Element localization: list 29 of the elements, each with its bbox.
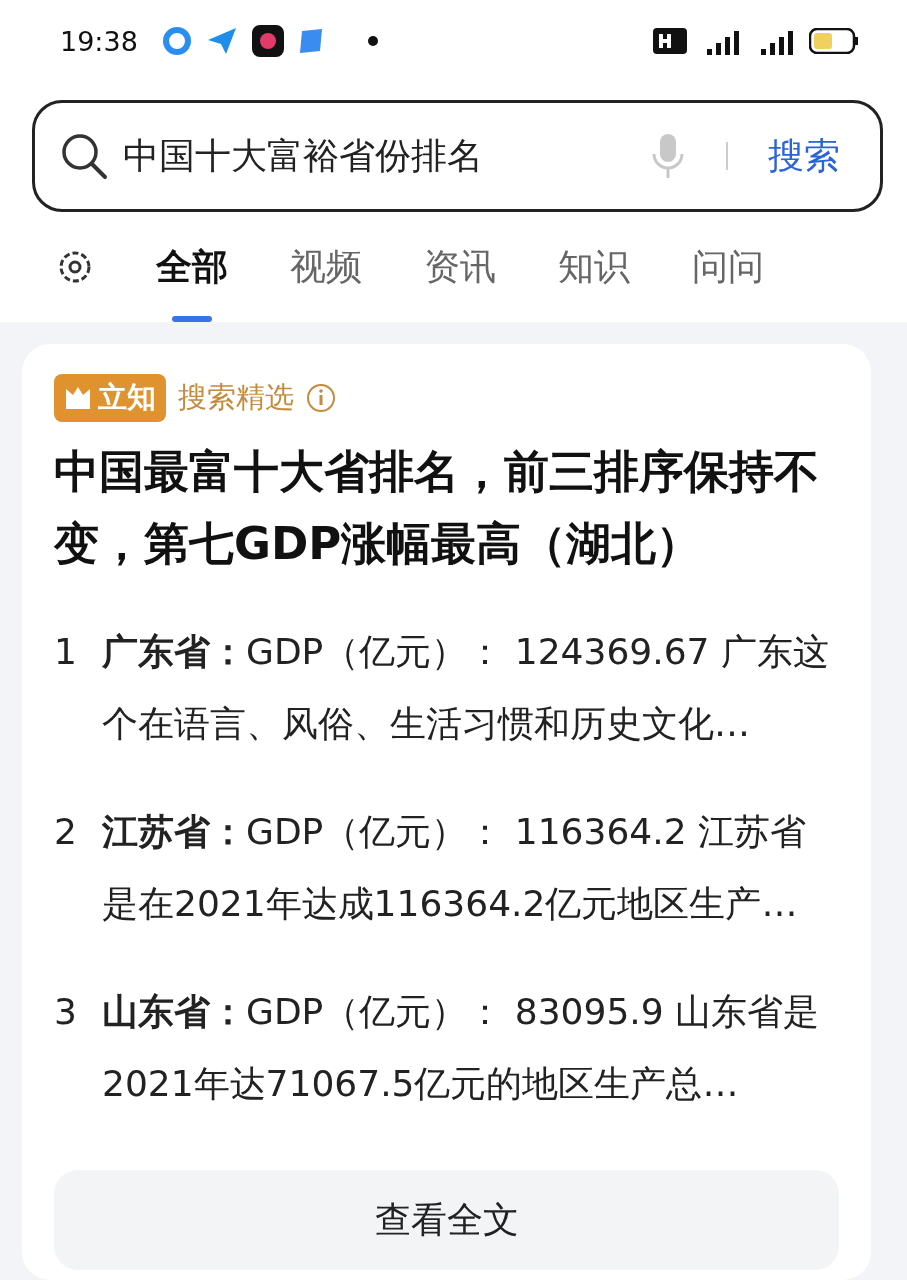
dot-icon	[367, 36, 378, 46]
tab[interactable]: 问问	[692, 212, 764, 322]
app-icon	[161, 26, 192, 56]
item-text: 山东省：GDP（亿元）： 83095.9 山东省是2021年达71067.5亿元的地区生产总…	[102, 990, 821, 1106]
search-button[interactable]: 搜索	[768, 131, 840, 181]
result-title[interactable]: 中国最富十大省排名，前三排序保持不变，第七GDP涨幅最高（湖北）	[54, 436, 839, 580]
source-label: 搜索精选	[178, 379, 294, 416]
battery-icon	[809, 28, 859, 54]
app-icon	[251, 25, 284, 57]
hd-icon	[653, 28, 687, 54]
item-number: 3	[54, 990, 78, 1034]
tab[interactable]: 资讯	[424, 212, 496, 322]
crown-icon	[64, 385, 92, 411]
tab[interactable]: 知识	[558, 212, 630, 322]
info-icon[interactable]	[306, 383, 336, 413]
app-icon	[297, 27, 324, 55]
badge-label: 立知	[98, 379, 156, 416]
microphone-icon[interactable]	[650, 132, 686, 180]
view-full-button[interactable]: 查看全文	[54, 1170, 839, 1270]
search-query: 中国十大富裕省份排名	[123, 133, 484, 178]
item-number: 1	[54, 630, 78, 674]
search-field[interactable]: 中国十大富裕省份排名 搜索	[32, 100, 883, 212]
status-time: 19:38	[60, 25, 138, 57]
tab[interactable]: 视频	[290, 212, 362, 322]
tab[interactable]: 全部	[156, 212, 228, 322]
item-number: 2	[54, 810, 78, 854]
item-text: 广东省：GDP（亿元）： 124369.67 广东这个在语言、风俗、生活习惯和历史文化…	[102, 630, 830, 746]
item-text: 江苏省：GDP（亿元）： 116364.2 江苏省是在2021年达成116364.2亿元地区生产…	[102, 810, 807, 926]
search-icon	[59, 131, 109, 181]
